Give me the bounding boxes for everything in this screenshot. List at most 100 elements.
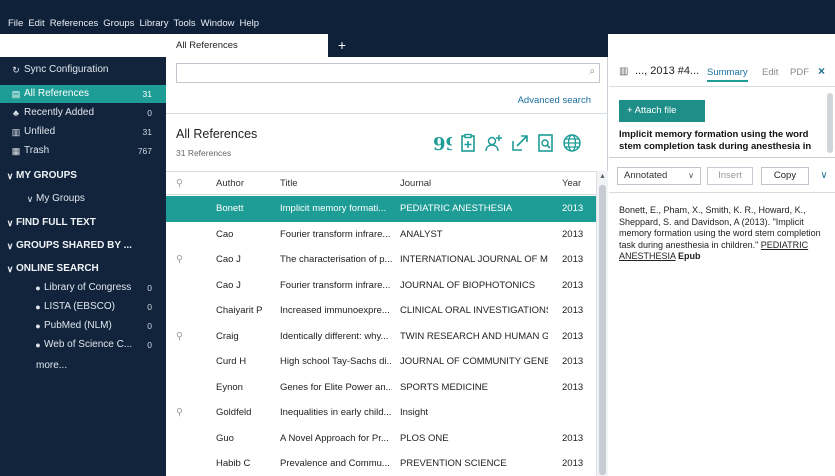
sidebar-item-my-groups[interactable]: ∨ My Groups xyxy=(0,190,166,208)
table-row[interactable]: Habib C Prevalence and Commu... PREVENTION… xyxy=(166,451,596,476)
cell-year: 2013 xyxy=(562,203,584,214)
document-icon: ▥ xyxy=(619,66,629,77)
cell-year: 2013 xyxy=(562,228,584,240)
list-scrollbar[interactable]: ▲ xyxy=(596,171,608,476)
attachment-column-icon[interactable]: ⚲ xyxy=(176,172,194,196)
sidebar-header-my-groups[interactable]: ∨ MY GROUPS xyxy=(0,167,166,185)
tab-edit[interactable]: Edit xyxy=(762,67,778,78)
chevron-down-icon: ∨ xyxy=(6,241,14,251)
add-tab-button[interactable]: + xyxy=(334,36,350,54)
reference-detail-panel: ▥ ..., 2013 #4... Summary Edit PDF × + A… xyxy=(609,57,835,476)
share-user-icon[interactable] xyxy=(484,133,504,153)
copy-button[interactable]: Copy xyxy=(761,167,809,185)
table-row[interactable]: Curd H High school Tay-Sachs di... JOURNAL… xyxy=(166,349,596,375)
sidebar-more-link[interactable]: more... xyxy=(0,357,166,375)
table-row[interactable]: Eynon Genes for Elite Power an... SPORTS M… xyxy=(166,375,596,401)
sidebar-item-library-of-congress[interactable]: ● Library of Congress 0 xyxy=(0,279,166,297)
table-row[interactable]: Chaiyarit P Increased immunoexpre... CLINI… xyxy=(166,298,596,324)
online-search-globe-icon[interactable] xyxy=(562,133,582,153)
cell-author: Curd H xyxy=(216,356,247,367)
cell-journal: PEDIATRIC ANESTHESIA xyxy=(400,203,513,214)
table-row[interactable]: Cao J Fourier transform infrare... JOURNAL… xyxy=(166,273,596,299)
sidebar-item-unfiled[interactable]: ▥ Unfiled 31 xyxy=(0,123,166,141)
table-row[interactable]: Bonett Implicit memory formati... PEDIATRI… xyxy=(166,196,596,222)
cell-year: 2013 xyxy=(562,458,584,469)
cell-journal: CLINICAL ORAL INVESTIGATIONS xyxy=(400,305,548,316)
table-row[interactable]: ⚲ Craig Identically different: why... TWIN … xyxy=(166,324,596,350)
reference-count: 31 References xyxy=(176,148,232,158)
find-full-text-icon[interactable] xyxy=(536,133,556,153)
table-row[interactable]: ⚲ Goldfeld Inequalities in early child... I… xyxy=(166,400,596,426)
column-journal[interactable]: Journal xyxy=(400,172,548,196)
column-year[interactable]: Year xyxy=(562,172,592,196)
cell-title: Implicit memory formati... xyxy=(280,203,387,214)
new-reference-icon[interactable] xyxy=(458,133,478,153)
detail-scrollbar[interactable] xyxy=(827,93,833,153)
citation-style-select[interactable]: Annotated ∨ xyxy=(617,167,701,185)
insert-button[interactable]: Insert xyxy=(707,167,753,185)
menu-tools[interactable]: Tools xyxy=(173,18,195,29)
search-icon[interactable]: ⌕ xyxy=(589,66,595,77)
sync-configuration[interactable]: ↻ Sync Configuration xyxy=(0,61,166,79)
sidebar-item-all-references[interactable]: ▤ All References 31 xyxy=(0,85,166,103)
sync-icon: ↻ xyxy=(12,65,20,75)
cell-journal: SPORTS MEDICINE xyxy=(400,381,488,393)
cell-author: Cao xyxy=(216,228,234,240)
sidebar-header-find-full-text[interactable]: ∨ FIND FULL TEXT xyxy=(0,214,166,232)
table-row[interactable]: Guo A Novel Approach for Pr... PLOS ONE 201… xyxy=(166,426,596,452)
cell-journal: TWIN RESEARCH AND HUMAN G... xyxy=(400,330,548,342)
chevron-down-icon[interactable]: ∨ xyxy=(817,167,831,185)
chevron-down-icon: ∨ xyxy=(688,171,694,180)
search-input[interactable]: ⌕ xyxy=(176,63,600,83)
cell-author: Eynon xyxy=(216,381,243,393)
menu-library[interactable]: Library xyxy=(139,18,168,29)
menu-groups[interactable]: Groups xyxy=(103,18,134,29)
tab-pdf[interactable]: PDF xyxy=(790,67,809,78)
sidebar-item-lista[interactable]: ● LISTA (EBSCO) 0 xyxy=(0,298,166,316)
sidebar: ↻ Sync Configuration ▤ All References 31… xyxy=(0,57,166,476)
cell-author: Craig xyxy=(216,330,239,342)
cell-journal: JOURNAL OF COMMUNITY GENE... xyxy=(400,356,548,367)
tab-all-references[interactable]: All References xyxy=(166,34,328,57)
menu-edit[interactable]: Edit xyxy=(28,18,44,29)
sidebar-item-trash[interactable]: ▦ Trash 767 xyxy=(0,142,166,160)
table-row[interactable]: ⚲ Cao J The characterisation of p... INTERN… xyxy=(166,247,596,273)
cell-journal: JOURNAL OF BIOPHOTONICS xyxy=(400,279,536,291)
sidebar-item-recently-added[interactable]: ♣ Recently Added 0 xyxy=(0,104,166,122)
close-icon[interactable]: × xyxy=(818,64,825,78)
attach-file-button[interactable]: + Attach file xyxy=(619,100,705,122)
reference-table-body: Bonett Implicit memory formati... PEDIATRI… xyxy=(166,196,596,476)
menu-file[interactable]: File xyxy=(8,18,23,29)
cell-year: 2013 xyxy=(562,279,584,291)
cell-author: Cao J xyxy=(216,279,241,291)
cell-year: 2013 xyxy=(562,305,584,316)
menu-bar: File Edit References Groups Library Tool… xyxy=(0,0,835,34)
menu-help[interactable]: Help xyxy=(239,18,259,29)
cell-title: Inequalities in early child... xyxy=(280,407,392,418)
sidebar-item-pubmed[interactable]: ● PubMed (NLM) 0 xyxy=(0,317,166,335)
column-author[interactable]: Author xyxy=(216,172,272,196)
detail-header: ▥ ..., 2013 #4... Summary Edit PDF × xyxy=(609,57,835,87)
menu-window[interactable]: Window xyxy=(201,18,235,29)
menu-references[interactable]: References xyxy=(50,18,99,29)
reference-short-title: ..., 2013 #4... xyxy=(635,65,700,77)
cell-title: A Novel Approach for Pr... xyxy=(280,432,389,444)
library-title: All References xyxy=(176,127,258,141)
endnote-window: File Edit References Groups Library Tool… xyxy=(0,0,835,476)
sidebar-item-web-of-science[interactable]: ● Web of Science C... 0 xyxy=(0,336,166,354)
insert-citation-icon[interactable]: 99 xyxy=(432,133,458,155)
cell-author: Habib C xyxy=(216,458,251,469)
chevron-down-icon: ∨ xyxy=(6,171,14,181)
reference-title: Implicit memory formation using the word… xyxy=(619,129,812,152)
table-row[interactable]: Cao Fourier transform infrare... ANALYST 20… xyxy=(166,222,596,248)
table-header: ⚲ Author Title Journal Year xyxy=(166,171,596,195)
sidebar-header-groups-shared[interactable]: ∨ GROUPS SHARED BY ... xyxy=(0,237,166,255)
export-icon[interactable] xyxy=(510,133,530,153)
scroll-up-icon[interactable]: ▲ xyxy=(599,173,606,180)
column-title[interactable]: Title xyxy=(280,172,392,196)
advanced-search-link[interactable]: Advanced search xyxy=(518,95,591,106)
scrollbar-thumb[interactable] xyxy=(599,185,606,475)
tab-summary[interactable]: Summary xyxy=(707,67,748,82)
globe-icon: ● xyxy=(35,302,41,312)
sidebar-header-online-search[interactable]: ∨ ONLINE SEARCH xyxy=(0,260,166,278)
